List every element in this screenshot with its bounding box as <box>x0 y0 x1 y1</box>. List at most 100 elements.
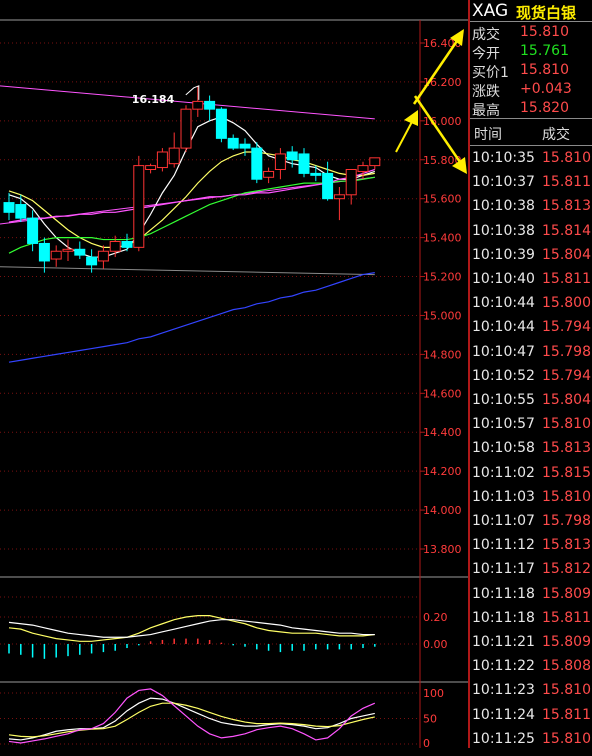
candle-body-down <box>121 241 133 248</box>
candle-body-up <box>109 241 121 252</box>
annotation-arrows <box>395 29 467 174</box>
tick-price: 15.810 <box>542 488 591 505</box>
candle-body-down <box>3 202 15 213</box>
tick-price: 15.809 <box>542 585 591 602</box>
candle-body-down <box>286 151 298 161</box>
quote-label: 今开 <box>472 46 500 62</box>
time-header: 时间 <box>474 127 502 143</box>
candle <box>263 167 275 184</box>
candle <box>333 187 345 221</box>
ma20-line <box>8 176 375 254</box>
tick-row: 10:10:40 15.811 <box>470 271 592 296</box>
candle-body-up <box>357 165 369 172</box>
tick-time: 10:11:24 <box>472 706 535 723</box>
tick-price: 15.810 <box>542 682 591 699</box>
candle-body-down <box>204 100 216 110</box>
candle <box>274 148 286 180</box>
candle <box>145 163 157 174</box>
candle-body-down <box>298 153 310 174</box>
tick-row: 10:11:18 15.811 <box>470 610 592 635</box>
price-tick-label: 15.600 <box>423 193 462 206</box>
candle-body-up <box>333 194 345 200</box>
candle-body-up <box>168 147 180 165</box>
tick-row: 10:10:55 15.804 <box>470 392 592 417</box>
candle <box>204 95 216 121</box>
candle-body-up <box>50 250 62 260</box>
tick-time: 10:11:18 <box>472 585 535 602</box>
candle-body-up <box>97 250 109 262</box>
tick-row: 10:10:37 15.811 <box>470 174 592 199</box>
quote-row: 最高 15.820 <box>470 100 592 119</box>
tick-row: 10:11:23 15.810 <box>470 682 592 707</box>
candle-body-up <box>274 153 286 171</box>
macd-panel: 0.20 0.00 <box>0 596 448 659</box>
candle-body-down <box>215 108 227 139</box>
tick-row: 10:11:12 15.813 <box>470 537 592 562</box>
tick-row: 10:11:24 15.811 <box>470 707 592 732</box>
candle <box>192 85 204 117</box>
candle-body-down <box>239 143 251 149</box>
quote-label: 最高 <box>472 103 500 119</box>
candle-body-down <box>310 172 322 176</box>
ma5-line <box>8 116 375 258</box>
tick-time: 10:11:21 <box>472 634 535 650</box>
tick-row: 10:11:17 15.812 <box>470 561 592 586</box>
high-marker <box>185 85 200 100</box>
tick-price: 15.810 <box>542 730 591 747</box>
kdj-tick-label: 50 <box>423 713 437 726</box>
price-tick-label: 14.800 <box>423 348 462 361</box>
candle-body-down <box>38 242 50 262</box>
candle-body-up <box>145 165 157 171</box>
candle <box>180 105 192 152</box>
tick-row: 10:10:44 15.800 <box>470 295 592 320</box>
tick-row: 10:10:52 15.794 <box>470 368 592 393</box>
tick-row: 10:10:38 15.814 <box>470 223 592 248</box>
candle-body-up <box>263 170 275 178</box>
tick-time: 10:10:44 <box>472 295 535 312</box>
candle-body-up <box>180 108 192 149</box>
candle-body-down <box>322 172 334 200</box>
tick-row: 10:11:18 15.809 <box>470 586 592 611</box>
tick-time: 10:11:23 <box>472 682 535 699</box>
tick-time: 10:11:03 <box>472 488 535 505</box>
candle-body-down <box>227 137 239 149</box>
tick-row: 10:11:02 15.815 <box>470 465 592 490</box>
tick-price: 15.809 <box>542 634 591 650</box>
candle <box>251 142 263 184</box>
tick-row: 10:11:07 15.798 <box>470 513 592 538</box>
price-tick-label: 14.200 <box>423 465 462 478</box>
candle-body-up <box>62 248 74 252</box>
candle-body-up <box>345 169 357 196</box>
price-tick-label: 15.400 <box>423 232 462 245</box>
tick-price: 15.798 <box>542 343 591 360</box>
candle-body-down <box>86 256 98 266</box>
tick-time: 10:11:12 <box>472 537 535 554</box>
tick-price: 15.813 <box>542 440 591 457</box>
tick-price: 15.811 <box>542 174 591 191</box>
tick-price: 15.794 <box>542 319 591 336</box>
candle <box>227 134 239 151</box>
tick-time: 10:10:38 <box>472 222 535 239</box>
trendline <box>0 266 375 276</box>
tick-price: 15.813 <box>542 198 591 215</box>
macd-slow-line <box>8 619 375 638</box>
tick-price: 15.798 <box>542 513 591 529</box>
ma60-line <box>8 168 375 223</box>
quote-value: 15.810 <box>520 62 569 78</box>
tick-row: 10:11:22 15.808 <box>470 658 592 683</box>
quote-label: 涨跌 <box>472 84 500 100</box>
candle <box>310 165 322 182</box>
kdj-tick-label: 0 <box>423 737 430 748</box>
candlestick-panel: 16.184 <box>0 85 381 363</box>
candle-body-down <box>251 147 263 180</box>
tick-time: 10:11:07 <box>472 513 535 529</box>
tick-time: 10:10:38 <box>472 198 535 215</box>
tick-time: 10:10:37 <box>472 174 535 191</box>
ma120-line <box>8 272 375 363</box>
quote-value: 15.810 <box>520 24 569 40</box>
tick-time: 10:10:47 <box>472 343 535 360</box>
candle <box>168 132 180 168</box>
candle <box>62 239 74 261</box>
candle-body-up <box>156 151 168 169</box>
tick-price: 15.813 <box>542 537 591 554</box>
